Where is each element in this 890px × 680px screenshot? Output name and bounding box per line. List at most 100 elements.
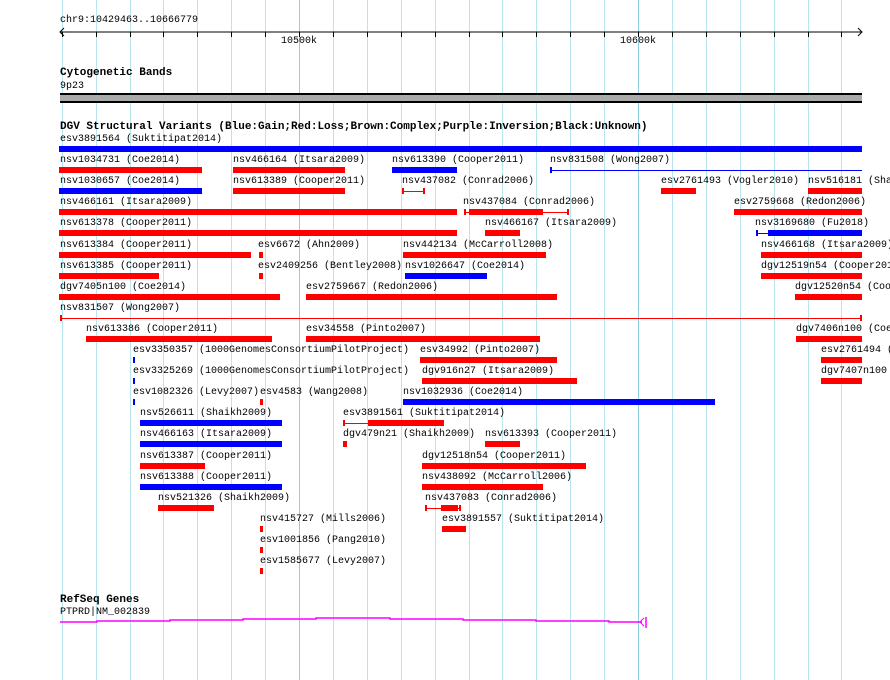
feature-label[interactable]: esv3891564 (Suktitipat2014): [60, 134, 222, 145]
feature-bar[interactable]: [59, 188, 202, 194]
feature-bar[interactable]: [808, 188, 862, 194]
feature-bar[interactable]: [133, 357, 135, 363]
feature-bar[interactable]: [59, 167, 202, 173]
feature-label[interactable]: esv3891557 (Suktitipat2014): [442, 514, 604, 525]
feature-label[interactable]: dgv7406n100 (Coe: [796, 324, 890, 335]
feature-label[interactable]: esv1585677 (Levy2007): [260, 556, 386, 567]
feature-bar[interactable]: [86, 336, 272, 342]
feature-bar[interactable]: [59, 252, 251, 258]
feature-bar[interactable]: [133, 399, 135, 405]
feature-bar[interactable]: [796, 336, 862, 342]
feature-bar[interactable]: [469, 209, 543, 215]
feature-bar[interactable]: [403, 252, 546, 258]
feature-label[interactable]: nsv613390 (Cooper2011): [392, 155, 524, 166]
feature-bar[interactable]: [233, 167, 345, 173]
feature-bar[interactable]: [59, 230, 457, 236]
feature-label[interactable]: nsv613378 (Cooper2011): [60, 218, 192, 229]
feature-bar[interactable]: [59, 146, 862, 152]
feature-bar[interactable]: [260, 526, 263, 532]
feature-bar[interactable]: [485, 230, 520, 236]
feature-label[interactable]: nsv466168 (Itsara2009): [761, 240, 890, 251]
feature-label[interactable]: nsv466167 (Itsara2009): [485, 218, 617, 229]
feature-label[interactable]: nsv438092 (McCarroll2006): [422, 472, 572, 483]
feature-label[interactable]: nsv613389 (Cooper2011): [233, 176, 365, 187]
feature-label[interactable]: esv34558 (Pinto2007): [306, 324, 426, 335]
feature-label[interactable]: esv2761494 (: [821, 345, 890, 356]
feature-label[interactable]: nsv437082 (Conrad2006): [402, 176, 534, 187]
feature-bar[interactable]: [140, 463, 205, 469]
feature-label[interactable]: nsv613385 (Cooper2011): [60, 261, 192, 272]
feature-bar[interactable]: [661, 188, 696, 194]
feature-bar[interactable]: [133, 378, 135, 384]
feature-label[interactable]: dgv916n27 (Itsara2009): [422, 366, 554, 377]
feature-label[interactable]: nsv613393 (Cooper2011): [485, 429, 617, 440]
feature-label[interactable]: nsv415727 (Mills2006): [260, 514, 386, 525]
feature-label[interactable]: esv2759667 (Redon2006): [306, 282, 438, 293]
feature-bar[interactable]: [734, 209, 862, 215]
feature-label[interactable]: nsv1030657 (Coe2014): [60, 176, 180, 187]
feature-bar[interactable]: [403, 399, 715, 405]
feature-bar[interactable]: [260, 547, 263, 553]
feature-bar[interactable]: [485, 441, 520, 447]
feature-label[interactable]: esv4583 (Wang2008): [260, 387, 368, 398]
feature-bar[interactable]: [158, 505, 214, 511]
feature-bar[interactable]: [761, 252, 862, 258]
feature-label[interactable]: nsv613386 (Cooper2011): [86, 324, 218, 335]
feature-bar[interactable]: [260, 399, 263, 405]
cytoband-9p23[interactable]: [60, 93, 862, 103]
feature-bar[interactable]: [59, 209, 457, 215]
feature-line[interactable]: [402, 191, 425, 192]
feature-label[interactable]: dgv479n21 (Shaikh2009): [343, 429, 475, 440]
feature-label[interactable]: nsv521326 (Shaikh2009): [158, 493, 290, 504]
feature-label[interactable]: esv2761493 (Vogler2010): [661, 176, 799, 187]
feature-bar[interactable]: [259, 273, 263, 279]
feature-bar[interactable]: [140, 484, 282, 490]
feature-bar[interactable]: [422, 378, 577, 384]
gene-model-ptprd[interactable]: [0, 610, 890, 640]
feature-label[interactable]: nsv613388 (Cooper2011): [140, 472, 272, 483]
feature-bar[interactable]: [795, 294, 862, 300]
feature-bar[interactable]: [441, 505, 458, 511]
feature-bar[interactable]: [392, 167, 457, 173]
feature-label[interactable]: esv2409256 (Bentley2008): [258, 261, 402, 272]
feature-bar[interactable]: [306, 336, 540, 342]
feature-label[interactable]: nsv831508 (Wong2007): [550, 155, 670, 166]
feature-label[interactable]: nsv466161 (Itsara2009): [60, 197, 192, 208]
feature-bar[interactable]: [59, 273, 159, 279]
feature-bar[interactable]: [343, 441, 347, 447]
feature-bar[interactable]: [260, 568, 263, 574]
feature-bar[interactable]: [442, 526, 466, 532]
feature-bar[interactable]: [140, 420, 282, 426]
feature-label[interactable]: nsv526611 (Shaikh2009): [140, 408, 272, 419]
feature-bar[interactable]: [821, 357, 862, 363]
feature-label[interactable]: nsv516181 (Sha: [808, 176, 890, 187]
feature-label[interactable]: esv3325269 (1000GenomesConsortiumPilotPr…: [133, 366, 409, 377]
feature-label[interactable]: nsv466163 (Itsara2009): [140, 429, 272, 440]
feature-label[interactable]: esv3350357 (1000GenomesConsortiumPilotPr…: [133, 345, 409, 356]
feature-label[interactable]: nsv613384 (Cooper2011): [60, 240, 192, 251]
feature-bar[interactable]: [405, 273, 487, 279]
feature-line[interactable]: [550, 170, 862, 171]
feature-label[interactable]: nsv437084 (Conrad2006): [463, 197, 595, 208]
feature-bar[interactable]: [306, 294, 557, 300]
feature-label[interactable]: nsv442134 (McCarroll2008): [403, 240, 553, 251]
feature-bar[interactable]: [59, 294, 280, 300]
feature-label[interactable]: nsv466164 (Itsara2009): [233, 155, 365, 166]
feature-label[interactable]: esv1001856 (Pang2010): [260, 535, 386, 546]
feature-label[interactable]: esv6672 (Ahn2009): [258, 240, 360, 251]
feature-label[interactable]: nsv1034731 (Coe2014): [60, 155, 180, 166]
feature-label[interactable]: dgv12518n54 (Cooper2011): [422, 451, 566, 462]
feature-label[interactable]: nsv437083 (Conrad2006): [425, 493, 557, 504]
feature-bar[interactable]: [259, 252, 263, 258]
feature-label[interactable]: dgv7405n100 (Coe2014): [60, 282, 186, 293]
feature-label[interactable]: nsv831507 (Wong2007): [60, 303, 180, 314]
feature-label[interactable]: nsv613387 (Cooper2011): [140, 451, 272, 462]
feature-bar[interactable]: [368, 420, 444, 426]
feature-bar[interactable]: [821, 378, 862, 384]
feature-label[interactable]: esv3891561 (Suktitipat2014): [343, 408, 505, 419]
feature-label[interactable]: nsv1032936 (Coe2014): [403, 387, 523, 398]
feature-label[interactable]: dgv12520n54 (Coo: [795, 282, 890, 293]
feature-bar[interactable]: [422, 484, 543, 490]
feature-label[interactable]: esv2759668 (Redon2006): [734, 197, 866, 208]
ruler[interactable]: [0, 0, 890, 60]
